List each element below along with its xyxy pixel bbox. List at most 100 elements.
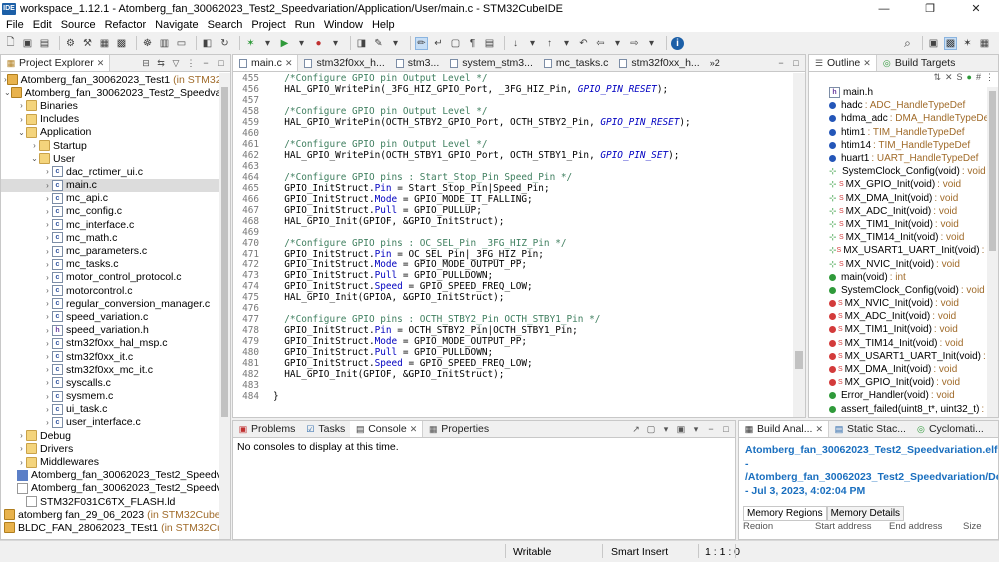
prev-annotation-dropdown-icon[interactable]: ▾ xyxy=(560,37,573,50)
run-dropdown-icon[interactable]: ▾ xyxy=(295,37,308,50)
sort-icon[interactable]: ⇅ xyxy=(933,72,941,86)
outline-item[interactable]: ⊹SMX_USART1_UART_Init(void): void xyxy=(809,244,998,257)
column-region[interactable]: Region xyxy=(743,521,815,529)
tree-item[interactable]: › Drivers xyxy=(1,442,230,455)
tree-item[interactable]: › c user_interface.c xyxy=(1,416,230,429)
maximize-button[interactable]: ❐ xyxy=(907,0,953,17)
collapsed-chevron-icon[interactable]: › xyxy=(43,352,52,361)
back-dropdown-icon[interactable]: ▾ xyxy=(611,37,624,50)
outline-item[interactable]: htim1: TIM_HandleTypeDef xyxy=(809,126,998,139)
collapsed-chevron-icon[interactable]: › xyxy=(43,392,52,401)
show-whitespace-icon[interactable]: ¶ xyxy=(466,37,479,50)
word-wrap-icon[interactable]: ↵ xyxy=(432,37,445,50)
column-start-address[interactable]: Start address xyxy=(815,521,889,529)
open-perspective-icon[interactable]: ▣ xyxy=(927,37,940,50)
outline-item[interactable]: htim14: TIM_HandleTypeDef xyxy=(809,139,998,152)
tree-item[interactable]: › c stm32f0xx_mc_it.c xyxy=(1,363,230,376)
view-menu-icon[interactable]: ⋮ xyxy=(985,72,994,86)
gear-icon[interactable]: ⚙ xyxy=(64,37,77,50)
collapsed-chevron-icon[interactable]: › xyxy=(43,339,52,348)
menu-project[interactable]: Project xyxy=(251,19,285,31)
hide-static-icon[interactable]: S xyxy=(957,72,963,86)
tab-build-targets[interactable]: ◎ Build Targets xyxy=(877,55,961,71)
collapsed-chevron-icon[interactable]: › xyxy=(43,365,52,374)
display-console-dropdown-icon[interactable]: ▾ xyxy=(660,423,672,435)
settings-icon[interactable]: ☸ xyxy=(141,37,154,50)
close-window-button[interactable]: ✕ xyxy=(953,0,999,17)
tree-item[interactable]: › Binaries xyxy=(1,99,230,112)
tree-item[interactable]: STM32F031C6TX_FLASH.ld xyxy=(1,495,230,508)
outline-item[interactable]: h main.h xyxy=(809,86,998,99)
outline-item[interactable]: hdma_adc: DMA_HandleTypeDef xyxy=(809,112,998,125)
menu-edit[interactable]: Edit xyxy=(33,19,52,31)
tree-item[interactable]: BLDC_FAN_28062023_TEst1(in STM32CubeIDE) xyxy=(1,521,230,534)
minimize-view-icon[interactable]: − xyxy=(775,57,787,69)
collapsed-chevron-icon[interactable]: › xyxy=(17,115,26,124)
toggle-mark-icon[interactable]: ▤ xyxy=(483,37,496,50)
group-includes-icon[interactable]: # xyxy=(976,72,981,86)
editor-tab[interactable]: stm32f0xx_h... xyxy=(613,55,704,71)
tab-cyclomatic[interactable]: ◎ Cyclomati... xyxy=(911,421,989,437)
tree-item[interactable]: › c dac_rctimer_ui.c xyxy=(1,165,230,178)
outline-scroll-thumb[interactable] xyxy=(989,91,996,251)
outline-item[interactable]: S MX_DMA_Init(void): void xyxy=(809,363,998,376)
outline-item[interactable]: ⊹ S MX_TIM1_Init(void): void xyxy=(809,218,998,231)
tab-memory-details[interactable]: Memory Details xyxy=(826,506,905,521)
collapsed-chevron-icon[interactable]: › xyxy=(43,194,52,203)
view-menu-icon[interactable]: ⋮ xyxy=(185,57,197,69)
close-icon[interactable]: ✕ xyxy=(285,58,293,69)
outline-item[interactable]: ⊹ S MX_TIM14_Init(void): void xyxy=(809,231,998,244)
collapsed-chevron-icon[interactable]: › xyxy=(43,299,52,308)
prev-annotation-icon[interactable]: ↑ xyxy=(543,37,556,50)
back-icon[interactable]: ⇦ xyxy=(594,37,607,50)
tree-item[interactable]: Atomberg_fan_30062023_Test2_Speedvariati… xyxy=(1,482,230,495)
tree-item[interactable]: › c stm32f0xx_it.c xyxy=(1,350,230,363)
tree-item[interactable]: › c mc_tasks.c xyxy=(1,258,230,271)
tree-item[interactable]: › c ui_task.c xyxy=(1,403,230,416)
tree-item[interactable]: › c mc_parameters.c xyxy=(1,244,230,257)
outline-item[interactable]: S MX_ADC_Init(void): void xyxy=(809,310,998,323)
outline-item[interactable]: SystemClock_Config(void): void xyxy=(809,284,998,297)
outline-item[interactable]: SMX_USART1_UART_Init(void): void xyxy=(809,350,998,363)
collapsed-chevron-icon[interactable]: › xyxy=(43,378,52,387)
collapsed-chevron-icon[interactable]: › xyxy=(43,207,52,216)
collapse-all-icon[interactable]: ⊟ xyxy=(140,57,152,69)
device-icon[interactable]: ▩ xyxy=(115,37,128,50)
tree-item[interactable]: › c mc_math.c xyxy=(1,231,230,244)
menu-search[interactable]: Search xyxy=(208,19,243,31)
tree-item[interactable]: › c main.c xyxy=(1,178,230,192)
tree-item[interactable]: ⌄ Application xyxy=(1,126,230,139)
column-size[interactable]: Size xyxy=(963,521,993,529)
tab-tasks[interactable]: ☑ Tasks xyxy=(300,421,350,437)
editor-tab[interactable]: mc_tasks.c xyxy=(538,55,614,71)
collapsed-chevron-icon[interactable]: › xyxy=(30,141,39,150)
tree-item[interactable]: › Debug xyxy=(1,429,230,442)
outline-item[interactable]: ⊹ S MX_GPIO_Init(void): void xyxy=(809,178,998,191)
collapsed-chevron-icon[interactable]: › xyxy=(43,418,52,427)
save-all-icon[interactable]: ▤ xyxy=(38,37,51,50)
tree-item[interactable]: › c syscalls.c xyxy=(1,376,230,389)
collapsed-chevron-icon[interactable]: › xyxy=(43,233,52,242)
collapsed-chevron-icon[interactable]: › xyxy=(17,444,26,453)
hide-fields-icon[interactable]: ✕ xyxy=(945,72,953,86)
tree-item[interactable]: › c mc_api.c xyxy=(1,192,230,205)
tree-item[interactable]: › Startup xyxy=(1,139,230,152)
build-hammer-icon[interactable]: ⚒ xyxy=(81,37,94,50)
editor-tab[interactable]: stm32f0xx_h... xyxy=(298,55,389,71)
close-icon[interactable]: ✕ xyxy=(97,58,105,69)
explorer-scroll-thumb[interactable] xyxy=(221,87,228,417)
close-icon[interactable]: ✕ xyxy=(863,58,871,69)
minimize-button[interactable]: — xyxy=(861,0,907,17)
tab-properties[interactable]: ▦ Properties xyxy=(423,421,494,437)
save-icon[interactable]: ▣ xyxy=(21,37,34,50)
collapsed-chevron-icon[interactable]: › xyxy=(43,181,52,190)
collapsed-chevron-icon[interactable]: › xyxy=(17,458,26,467)
collapsed-chevron-icon[interactable]: › xyxy=(43,312,52,321)
external-tools-icon[interactable]: ● xyxy=(312,37,325,50)
tree-item[interactable]: › c sysmem.c xyxy=(1,390,230,403)
menu-run[interactable]: Run xyxy=(295,19,315,31)
forward-icon[interactable]: ⇨ xyxy=(628,37,641,50)
next-annotation-dropdown-icon[interactable]: ▾ xyxy=(526,37,539,50)
code-editor[interactable]: 455 /*Configure GPIO pin Output Level */… xyxy=(233,73,793,417)
open-console-dropdown-icon[interactable]: ▾ xyxy=(690,423,702,435)
